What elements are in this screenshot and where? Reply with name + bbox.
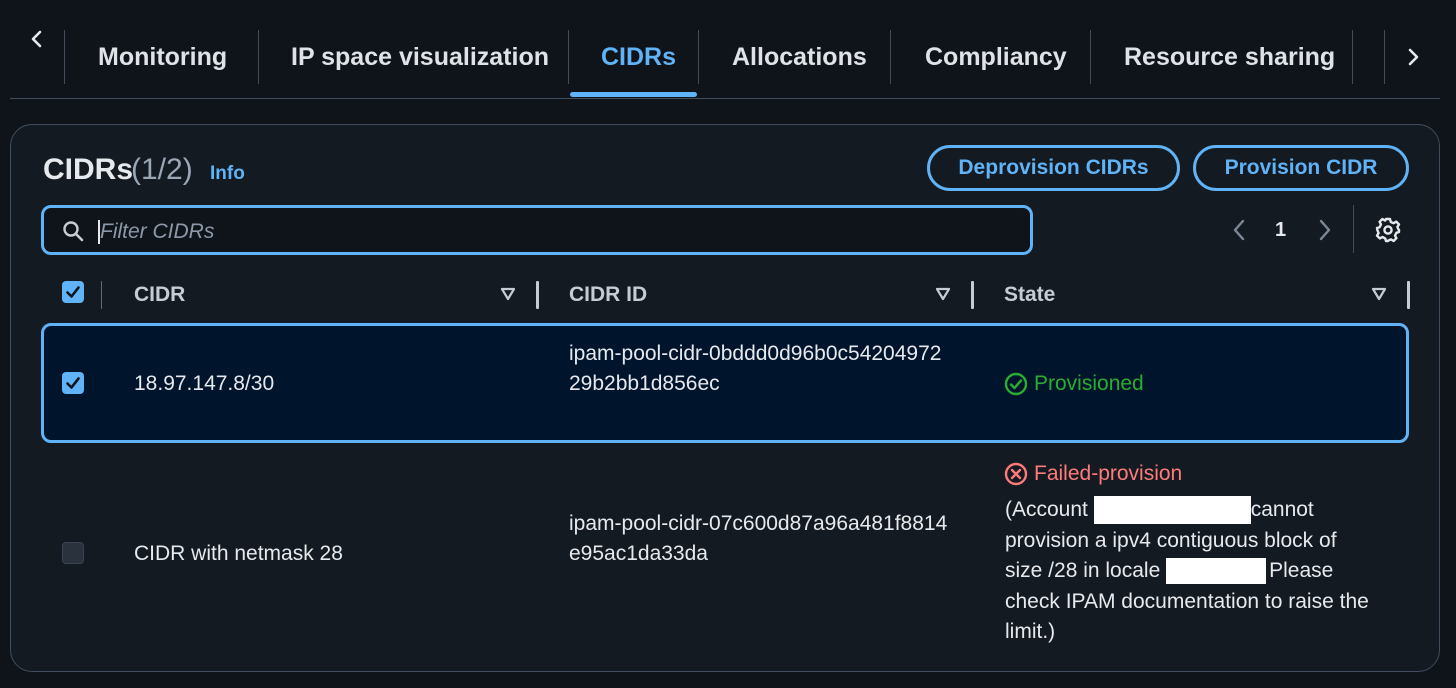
tab-divider (698, 30, 699, 84)
tab-allocations[interactable]: Allocations (732, 40, 867, 74)
chevron-right-icon (1408, 48, 1419, 66)
reason-part: (Account (1005, 498, 1094, 521)
chevron-left-icon (31, 30, 42, 48)
row-checkbox[interactable] (62, 372, 84, 394)
tab-monitoring[interactable]: Monitoring (98, 40, 227, 74)
sort-triangle-icon[interactable] (1370, 285, 1388, 303)
check-circle-icon (1004, 372, 1028, 396)
tab-compliancy[interactable]: Compliancy (925, 40, 1067, 74)
column-resize-handle[interactable] (1407, 281, 1410, 309)
failure-reason-text: (Account cannot provision a ipv4 contigu… (1005, 495, 1375, 648)
tabs-bottom-border (10, 98, 1440, 99)
column-resize-handle[interactable] (971, 281, 974, 309)
tab-cidrs[interactable]: CIDRs (601, 40, 676, 74)
redacted-account-id (1093, 496, 1251, 525)
column-header-state[interactable]: State (1004, 283, 1055, 307)
tab-divider (1352, 30, 1353, 84)
tab-divider (1384, 30, 1385, 84)
state-label: Failed-provision (1034, 462, 1183, 485)
state-status-provisioned: Provisioned (1004, 369, 1144, 399)
column-header-cidr-id[interactable]: CIDR ID (569, 283, 647, 307)
tabs-scroll-left-button[interactable] (12, 22, 62, 56)
next-page-button[interactable] (1313, 217, 1337, 243)
tab-divider (64, 30, 65, 84)
cidr-value: 18.97.147.8/30 (134, 372, 275, 395)
previous-page-button[interactable] (1227, 217, 1251, 243)
current-page-number[interactable]: 1 (1275, 219, 1286, 242)
state-label: Provisioned (1034, 372, 1144, 395)
tab-divider (258, 30, 259, 84)
info-link[interactable]: Info (210, 163, 245, 185)
column-header-cidr[interactable]: CIDR (134, 283, 185, 307)
checkbox-check-icon (66, 286, 80, 298)
pager-divider (1353, 205, 1354, 253)
provision-cidr-button[interactable]: Provision CIDR (1193, 145, 1409, 191)
selection-count: (1/2) (131, 153, 193, 186)
table-title: CIDRs (43, 153, 134, 186)
search-icon (63, 221, 84, 242)
cidr-id-value: ipam-pool-cidr-0bddd0d96b0c5420497229b2b… (569, 342, 942, 395)
tab-divider (568, 30, 569, 84)
sort-triangle-icon[interactable] (934, 285, 952, 303)
sort-triangle-icon[interactable] (499, 285, 517, 303)
tab-divider (890, 30, 891, 84)
column-resize-handle[interactable] (536, 281, 539, 309)
cidrs-table-container: CIDRs (1/2) Info Deprovision CIDRs Provi… (10, 124, 1440, 672)
tab-resource-sharing[interactable]: Resource sharing (1124, 40, 1335, 74)
column-divider (101, 281, 102, 309)
tab-ip-space-visualization[interactable]: IP space visualization (291, 40, 549, 74)
deprovision-cidrs-button[interactable]: Deprovision CIDRs (927, 145, 1180, 191)
cidr-id-value: ipam-pool-cidr-07c600d87a96a481f8814e95a… (569, 512, 948, 565)
error-circle-icon (1004, 462, 1028, 486)
filter-cidrs-input[interactable] (98, 216, 1002, 248)
row-checkbox[interactable] (62, 542, 84, 564)
select-all-checkbox[interactable] (62, 281, 84, 303)
redacted-locale (1166, 558, 1267, 585)
cidr-value: CIDR with netmask 28 (134, 542, 343, 565)
state-status-failed: Failed-provision (1004, 459, 1182, 489)
checkbox-check-icon (66, 377, 80, 389)
tab-divider (1090, 30, 1091, 84)
text-cursor (98, 220, 100, 244)
filter-search-box (41, 205, 1033, 255)
settings-gear-icon[interactable] (1373, 215, 1403, 245)
active-tab-indicator (570, 92, 697, 97)
tabs-scroll-right-button[interactable] (1388, 40, 1438, 74)
